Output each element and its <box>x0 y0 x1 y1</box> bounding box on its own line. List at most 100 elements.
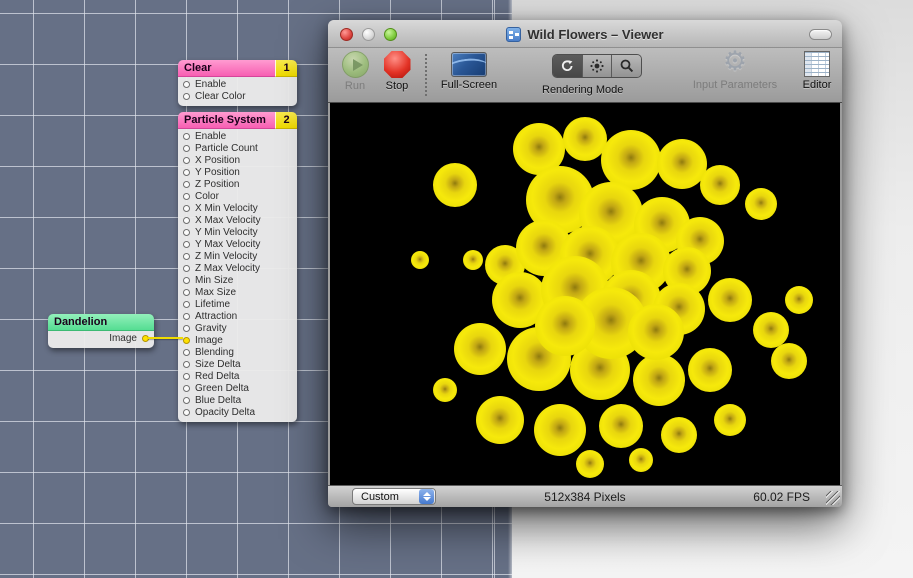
input-parameters-button[interactable]: ⚙ Input Parameters <box>683 48 787 91</box>
port-label: Y Min Velocity <box>195 227 258 238</box>
render-viewport <box>330 103 840 485</box>
port-blending[interactable]: Blending <box>178 347 297 359</box>
port-y-min-velocity[interactable]: Y Min Velocity <box>178 227 297 239</box>
port-dot[interactable] <box>183 205 190 212</box>
port-dot-connected[interactable] <box>183 337 190 344</box>
port-y-position[interactable]: Y Position <box>178 167 297 179</box>
port-dot[interactable] <box>183 93 190 100</box>
dandelion-flower <box>534 404 586 456</box>
port-dot[interactable] <box>183 349 190 356</box>
dandelion-flower <box>714 404 746 436</box>
port-dot[interactable] <box>183 217 190 224</box>
stop-button[interactable]: Stop <box>378 48 416 92</box>
rendering-mode-segment-render[interactable] <box>553 55 583 77</box>
port-label: Color <box>195 191 219 202</box>
port-z-position[interactable]: Z Position <box>178 179 297 191</box>
fullscreen-icon <box>451 52 487 77</box>
connection-wire-image[interactable] <box>148 337 183 339</box>
rendering-mode-segment-inspect[interactable] <box>612 55 641 77</box>
title-bar[interactable]: Wild Flowers – Viewer <box>328 20 842 48</box>
port-x-min-velocity[interactable]: X Min Velocity <box>178 203 297 215</box>
patch-clear-header[interactable]: Clear 1 <box>178 60 297 77</box>
port-dot[interactable] <box>183 409 190 416</box>
port-dot[interactable] <box>183 133 190 140</box>
port-dot[interactable] <box>183 181 190 188</box>
window-title: Wild Flowers – Viewer <box>527 27 663 42</box>
title-area: Wild Flowers – Viewer <box>328 20 842 48</box>
patch-title: Particle System <box>178 112 275 129</box>
port-particle-count[interactable]: Particle Count <box>178 143 297 155</box>
port-min-size[interactable]: Min Size <box>178 275 297 287</box>
port-color[interactable]: Color <box>178 191 297 203</box>
dandelion-flower <box>633 354 685 406</box>
patch-particle-system[interactable]: Particle System 2 EnableParticle CountX … <box>178 112 297 422</box>
port-clear-color[interactable]: Clear Color <box>178 91 297 103</box>
port-dot[interactable] <box>183 193 190 200</box>
port-dot[interactable] <box>183 81 190 88</box>
dandelion-flower <box>535 296 595 356</box>
rendering-mode-label: Rendering Mode <box>542 84 652 96</box>
port-dot[interactable] <box>183 229 190 236</box>
port-dot[interactable] <box>183 313 190 320</box>
port-image[interactable]: Image <box>48 333 154 345</box>
port-lifetime[interactable]: Lifetime <box>178 299 297 311</box>
port-dot[interactable] <box>183 361 190 368</box>
port-attraction[interactable]: Attraction <box>178 311 297 323</box>
patch-clear[interactable]: Clear 1 EnableClear Color <box>178 60 297 106</box>
patch-dandelion[interactable]: Dandelion Image <box>48 314 154 348</box>
port-x-position[interactable]: X Position <box>178 155 297 167</box>
toolbar-pill-button[interactable] <box>809 29 832 40</box>
patch-particle-system-header[interactable]: Particle System 2 <box>178 112 297 129</box>
port-enable[interactable]: Enable <box>178 131 297 143</box>
port-dot[interactable] <box>183 253 190 260</box>
port-gravity[interactable]: Gravity <box>178 323 297 335</box>
port-label: Clear Color <box>195 91 246 102</box>
port-label: Red Delta <box>195 371 239 382</box>
port-z-max-velocity[interactable]: Z Max Velocity <box>178 263 297 275</box>
port-z-min-velocity[interactable]: Z Min Velocity <box>178 251 297 263</box>
resize-grip[interactable] <box>826 491 840 505</box>
dandelion-flower <box>688 348 732 392</box>
dandelion-flower <box>433 163 477 207</box>
port-dot[interactable] <box>183 385 190 392</box>
document-icon <box>506 27 521 42</box>
port-label: Particle Count <box>195 143 258 154</box>
port-dot[interactable] <box>183 373 190 380</box>
port-dot[interactable] <box>183 397 190 404</box>
port-y-max-velocity[interactable]: Y Max Velocity <box>178 239 297 251</box>
rendering-mode-segment-particles[interactable] <box>583 55 613 77</box>
port-max-size[interactable]: Max Size <box>178 287 297 299</box>
port-dot[interactable] <box>183 301 190 308</box>
port-dot[interactable] <box>183 265 190 272</box>
port-x-max-velocity[interactable]: X Max Velocity <box>178 215 297 227</box>
port-dot[interactable] <box>183 325 190 332</box>
stop-icon <box>384 51 411 78</box>
port-green-delta[interactable]: Green Delta <box>178 383 297 395</box>
port-label: Z Position <box>195 179 239 190</box>
port-label: Attraction <box>195 311 237 322</box>
port-blue-delta[interactable]: Blue Delta <box>178 395 297 407</box>
dandelion-flower <box>785 286 813 314</box>
port-dot[interactable] <box>183 241 190 248</box>
patch-dandelion-header[interactable]: Dandelion <box>48 314 154 331</box>
port-dot[interactable] <box>183 169 190 176</box>
port-dot[interactable] <box>183 157 190 164</box>
port-size-delta[interactable]: Size Delta <box>178 359 297 371</box>
port-dot[interactable] <box>183 145 190 152</box>
port-label: X Max Velocity <box>195 215 261 226</box>
port-dot[interactable] <box>183 289 190 296</box>
port-dot[interactable] <box>183 277 190 284</box>
stop-label: Stop <box>378 80 416 92</box>
run-button[interactable]: Run <box>336 48 374 92</box>
port-red-delta[interactable]: Red Delta <box>178 371 297 383</box>
fullscreen-button[interactable]: Full-Screen <box>432 48 506 91</box>
editor-button[interactable]: Editor <box>795 48 839 91</box>
port-enable[interactable]: Enable <box>178 79 297 91</box>
circular-arrow-icon <box>559 58 575 74</box>
port-image[interactable]: Image <box>178 335 297 347</box>
viewer-window: Wild Flowers – Viewer Run Stop Full-Scre… <box>328 20 842 507</box>
patch-title: Dandelion <box>48 314 154 331</box>
port-opacity-delta[interactable]: Opacity Delta <box>178 407 297 419</box>
patch-clear-ports: EnableClear Color <box>178 77 297 106</box>
port-label: Z Max Velocity <box>195 263 260 274</box>
